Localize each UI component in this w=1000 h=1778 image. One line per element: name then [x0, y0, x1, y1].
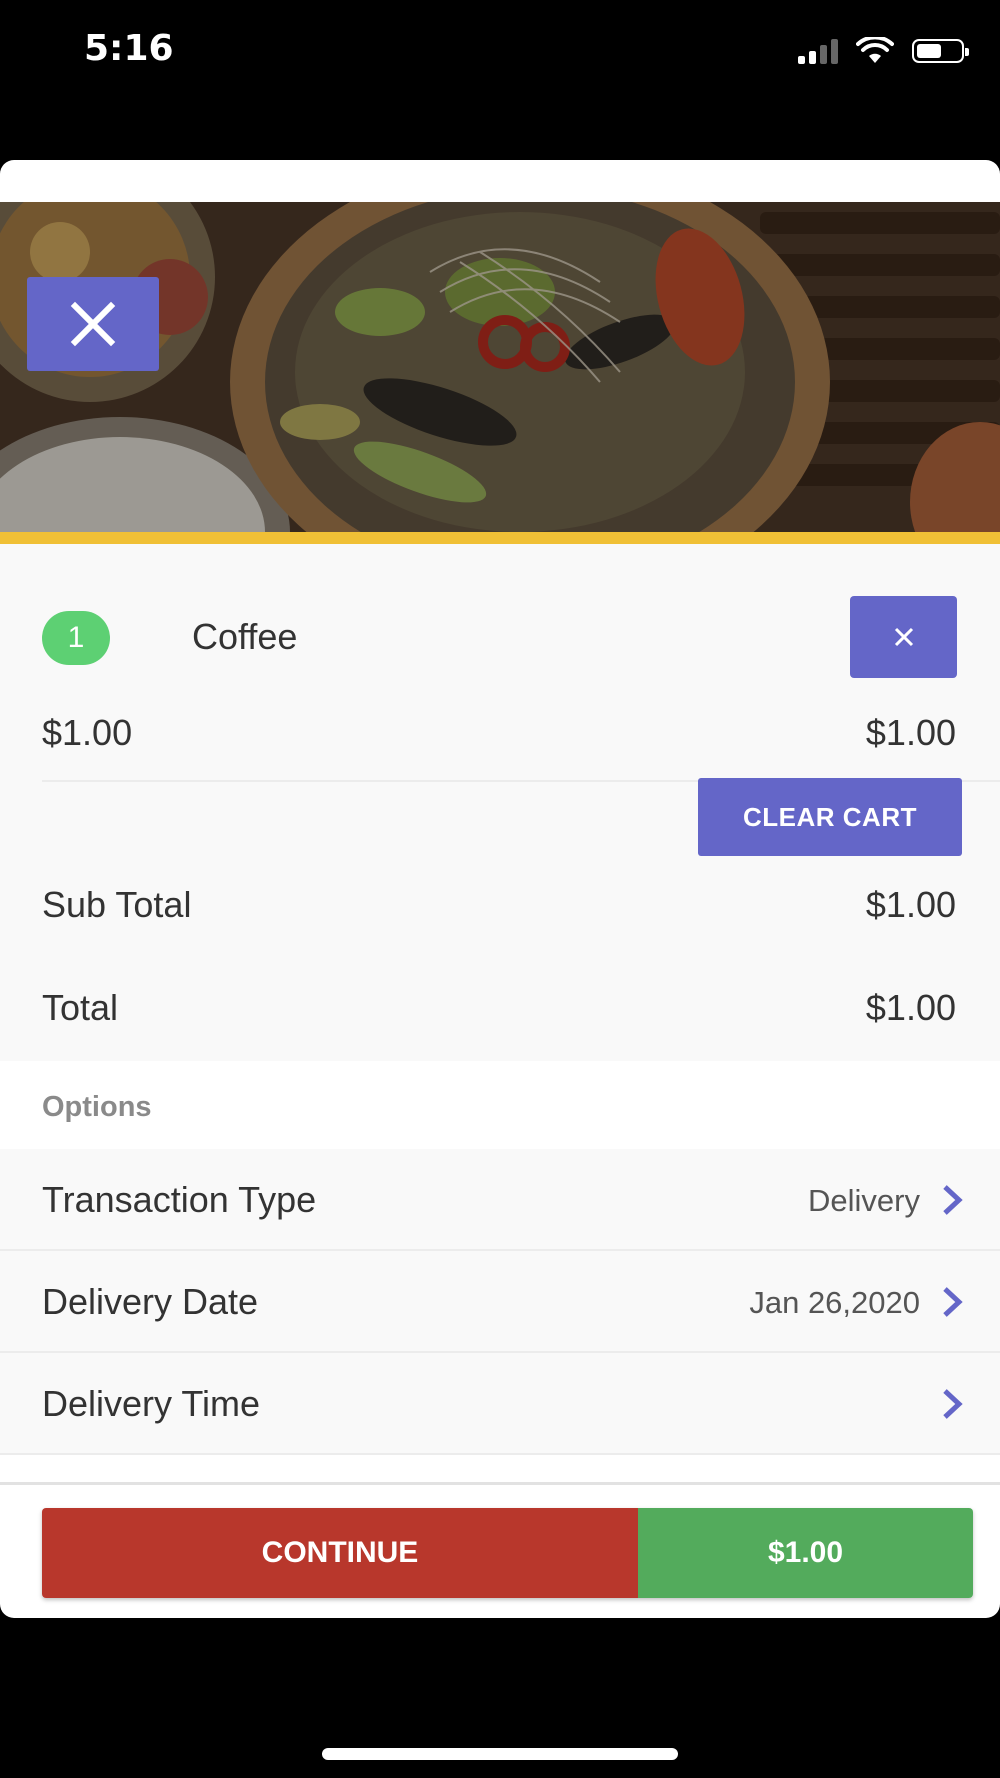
order-total-button[interactable]: $1.00: [638, 1508, 973, 1598]
subtotal-label: Sub Total: [42, 884, 192, 925]
home-indicator[interactable]: [322, 1748, 678, 1760]
option-label: Delivery Time: [42, 1383, 261, 1424]
continue-button[interactable]: CONTINUE: [42, 1508, 638, 1598]
chevron-right-icon: [943, 1185, 963, 1215]
hero-accent-border: [0, 532, 1000, 544]
status-bar: 5:16: [0, 0, 1000, 100]
cart-sheet: 1 Coffee $1.00 $1.00 CLEAR CART Sub Tota…: [0, 160, 1000, 1618]
status-icons: [798, 36, 969, 66]
close-icon: [70, 301, 116, 347]
item-line-total: $1.00: [865, 712, 956, 753]
option-delivery-time[interactable]: Delivery Time: [0, 1353, 1000, 1455]
checkout-bar: CONTINUE $1.00: [42, 1508, 973, 1598]
options-title: Options: [42, 1091, 152, 1123]
total-label: Total: [42, 987, 119, 1028]
status-time: 5:16: [84, 28, 174, 69]
options-header: Options: [0, 1061, 1000, 1149]
cart-item-name: Coffee: [192, 616, 298, 657]
total-value: $1.00: [865, 987, 956, 1028]
item-unit-price: $1.00: [42, 712, 133, 753]
quantity-badge: 1: [42, 611, 110, 665]
footer-divider: [0, 1482, 1000, 1485]
option-label: Delivery Date: [42, 1281, 259, 1322]
close-button[interactable]: [27, 277, 159, 371]
option-delivery-date[interactable]: Delivery Date Jan 26,2020: [0, 1251, 1000, 1353]
option-label: Transaction Type: [42, 1179, 317, 1220]
battery-icon: [912, 39, 969, 63]
wifi-icon: [856, 37, 894, 63]
cart-section: 1 Coffee $1.00 $1.00 CLEAR CART Sub Tota…: [0, 544, 1000, 1061]
clear-cart-button[interactable]: CLEAR CART: [698, 778, 962, 856]
chevron-right-icon: [943, 1287, 963, 1317]
hero-image: [0, 202, 1000, 532]
option-value: Jan 26,2020: [749, 1285, 920, 1320]
remove-item-button[interactable]: [850, 596, 957, 678]
chevron-right-icon: [943, 1389, 963, 1419]
subtotal-value: $1.00: [865, 884, 956, 925]
option-value: Delivery: [808, 1183, 920, 1218]
cellular-signal-icon: [798, 38, 838, 64]
close-icon: [894, 627, 913, 647]
option-transaction-type[interactable]: Transaction Type Delivery: [0, 1149, 1000, 1251]
